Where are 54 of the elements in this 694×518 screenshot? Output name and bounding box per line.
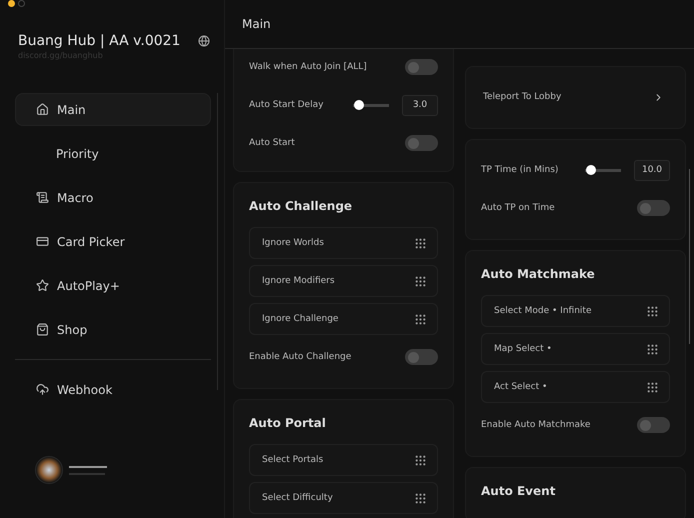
dropdown[interactable]: Ignore Challenge <box>249 303 438 335</box>
sidebar-item[interactable]: Main <box>15 93 211 126</box>
value-field[interactable]: 10.0 <box>634 160 670 180</box>
grid-icon <box>414 274 427 288</box>
star-icon <box>36 279 49 292</box>
slider-thumb[interactable] <box>354 100 364 110</box>
dropdown[interactable]: Ignore Worlds <box>249 227 438 259</box>
teleport-button[interactable]: Teleport To Lobby <box>483 81 670 113</box>
setting-label: Enable Auto Matchmake <box>481 420 590 430</box>
app-title: Buang Hub | AA v.0021 <box>18 33 180 49</box>
toggle-switch[interactable] <box>405 349 438 365</box>
sidebar-item[interactable]: Priority <box>15 137 211 170</box>
sidebar-item[interactable]: AutoPlay+ <box>15 269 211 302</box>
grid-icon <box>414 454 427 466</box>
redacted-username <box>69 466 107 474</box>
bag-icon <box>36 323 49 336</box>
sidebar-item[interactable]: Shop <box>15 313 211 346</box>
scroll-icon <box>36 191 49 204</box>
toggle-switch[interactable] <box>405 135 438 151</box>
section-title: Auto Matchmake <box>481 267 596 281</box>
dropdown[interactable]: Select Portals <box>249 444 438 476</box>
section-title: Auto Challenge <box>249 199 354 213</box>
card-icon <box>36 235 49 248</box>
dropdown[interactable]: Select Mode • Infinite <box>481 295 670 327</box>
home-icon <box>36 103 49 116</box>
dropdown[interactable]: Ignore Modifiers <box>249 265 438 297</box>
toggle-switch[interactable] <box>637 200 670 216</box>
setting-label: Auto Start Delay <box>249 100 324 110</box>
grid-icon <box>646 342 659 356</box>
avatar <box>35 456 63 484</box>
setting-label: Enable Auto Challenge <box>249 352 352 362</box>
cloud-upload-icon <box>36 383 49 396</box>
dropdown[interactable]: Select Difficulty <box>249 482 438 514</box>
section-title: Auto Event <box>481 484 556 498</box>
grid-icon <box>414 312 427 326</box>
sidebar-item[interactable]: Card Picker <box>15 225 211 258</box>
sidebar-item[interactable]: Macro <box>15 181 211 214</box>
dropdown[interactable]: Act Select • <box>481 371 670 403</box>
toggle-switch[interactable] <box>405 59 438 75</box>
grid-icon <box>646 304 659 318</box>
globe-icon[interactable] <box>198 35 210 47</box>
slider-thumb[interactable] <box>586 165 596 175</box>
setting-label: Walk when Auto Join [ALL] <box>249 62 367 72</box>
value-field[interactable]: 3.0 <box>402 94 438 116</box>
toggle-switch[interactable] <box>637 417 670 433</box>
sidebar-item[interactable]: Webhook <box>15 373 211 406</box>
setting-label: Auto Start <box>249 138 295 148</box>
grid-icon <box>646 380 659 394</box>
dropdown[interactable]: Map Select • <box>481 333 670 365</box>
setting-label: TP Time (in Mins) <box>481 165 558 175</box>
section-title: Auto Portal <box>249 416 327 430</box>
grid-icon <box>414 236 427 250</box>
grid-icon <box>414 492 427 504</box>
setting-label: Auto TP on Time <box>481 203 555 213</box>
